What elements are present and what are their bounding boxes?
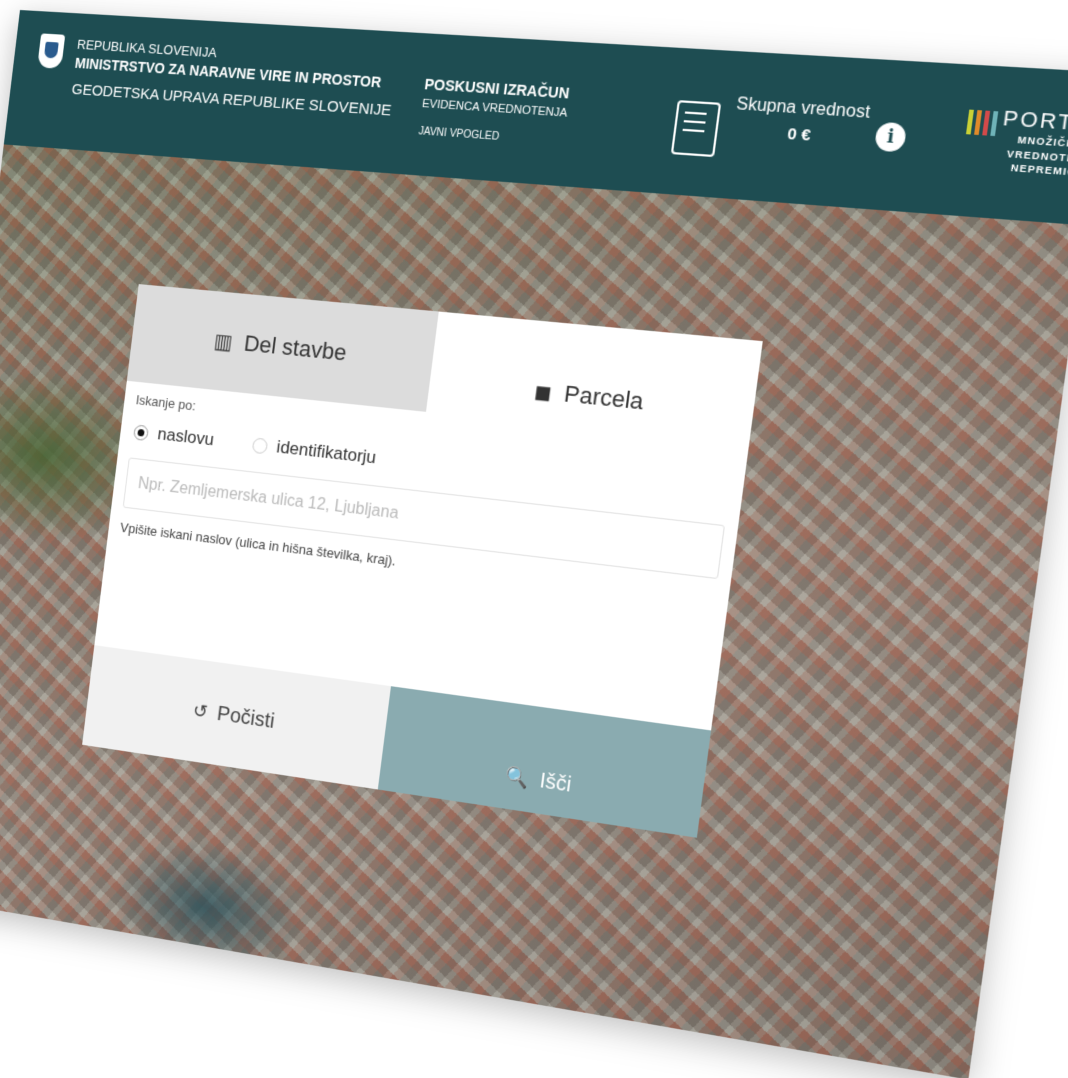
clear-button-label: Počisti: [215, 702, 276, 733]
building-icon: ▥: [212, 329, 234, 354]
portal-line: NEPREMIČNIN: [1010, 162, 1068, 180]
perspective-stage: REPUBLIKA SLOVENIJA MINISTRSTVO ZA NARAV…: [0, 0, 1068, 1078]
parcel-icon: ◼: [532, 379, 554, 405]
app-mode: JAVNI VPOGLED: [417, 125, 500, 143]
portal-bar: [965, 109, 974, 135]
portal-bar: [982, 110, 991, 136]
search-button-label: Išči: [538, 769, 573, 798]
radio-identifier[interactable]: identifikatorju: [251, 434, 377, 468]
tab-building-part-label: Del stavbe: [242, 330, 349, 366]
total-value-amount: 0 €: [786, 124, 812, 145]
portal-logo[interactable]: PORTAL MNOŽIČNEGA VREDNOTENJA NEPREMIČNI…: [996, 107, 1068, 181]
reset-icon: ↺: [191, 699, 209, 722]
radio-identifier-label: identifikatorju: [275, 436, 378, 468]
tab-parcel-label: Parcela: [562, 380, 646, 415]
radio-selected-indicator[interactable]: [133, 423, 150, 441]
radio-unselected-indicator[interactable]: [251, 436, 268, 454]
browser-screen: REPUBLIKA SLOVENIJA MINISTRSTVO ZA NARAV…: [0, 10, 1068, 1078]
radio-address-label: naslovu: [156, 423, 215, 450]
coat-of-arms-icon: [37, 33, 66, 69]
total-value-label: Skupna vrednost: [735, 95, 872, 123]
valuation-list-icon: [670, 100, 722, 158]
info-icon[interactable]: i: [873, 121, 908, 153]
app-title-block: POSKUSNI IZRAČUN EVIDENCA VREDNOTENJA JA…: [418, 73, 572, 149]
portal-logo-bars: [965, 109, 999, 137]
organization-block: REPUBLIKA SLOVENIJA MINISTRSTVO ZA NARAV…: [70, 36, 398, 123]
search-icon: 🔍: [504, 765, 531, 790]
portal-bar: [990, 111, 999, 137]
search-card: ▥ Del stavbe ◼ Parcela Iskanje po: naslo…: [82, 284, 763, 838]
radio-address[interactable]: naslovu: [133, 421, 215, 450]
portal-bar: [974, 110, 983, 136]
total-value-block: Skupna vrednost 0 €: [732, 95, 871, 149]
